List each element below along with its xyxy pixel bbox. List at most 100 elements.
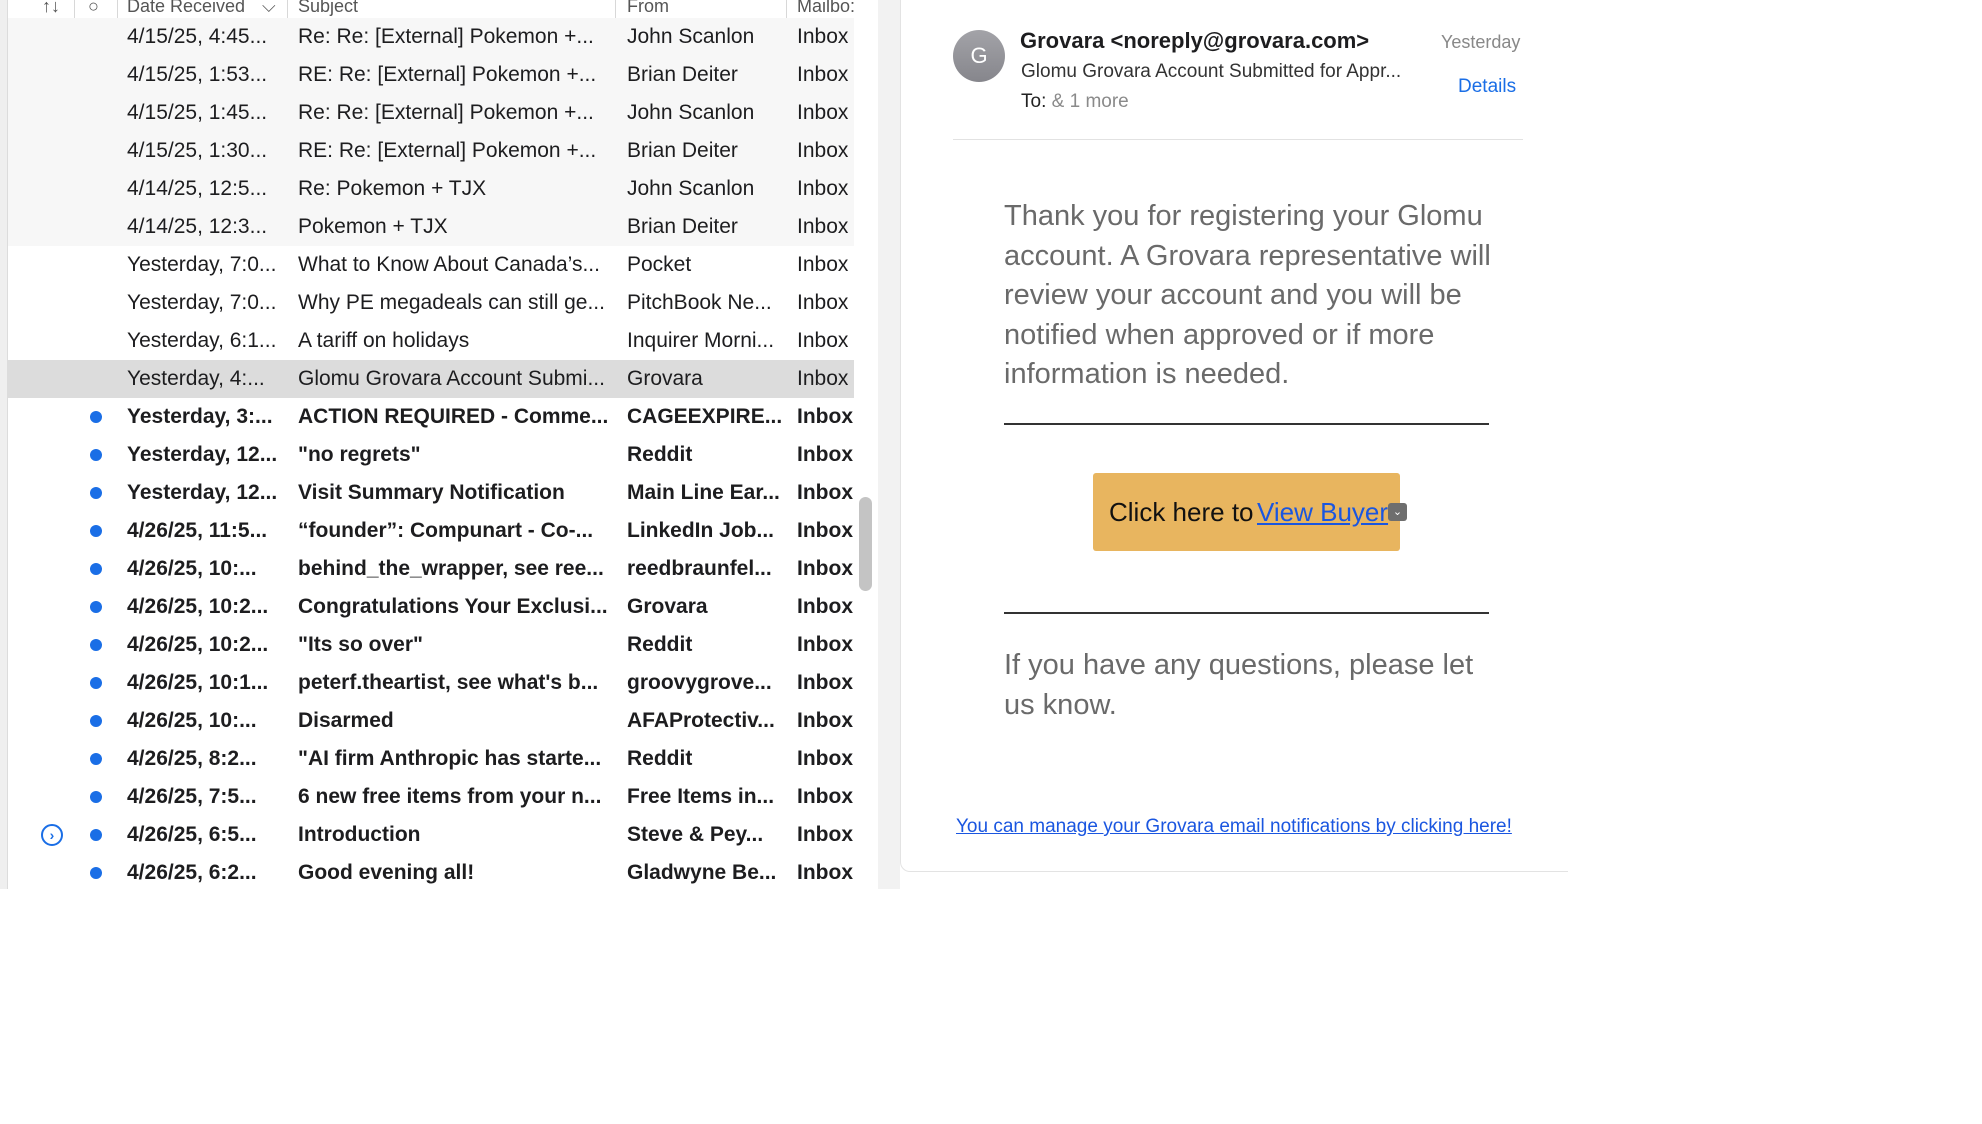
message-mailbox: Inbox (797, 177, 849, 200)
message-mailbox: Inbox (797, 291, 849, 314)
message-from: John Scanlon (627, 25, 755, 48)
message-row[interactable]: 4/26/25, 10:1... peterf.theartist, see wh… (8, 664, 854, 702)
message-date: 4/15/25, 4:45... (127, 25, 268, 48)
pane-divider[interactable] (878, 0, 900, 889)
message-from: LinkedIn Job... (627, 519, 775, 542)
details-link[interactable]: Details (1458, 76, 1516, 98)
message-subject: "no regrets" (298, 443, 421, 466)
message-row[interactable]: 4/26/25, 10:2... "Its so over" Reddit Inbox (8, 626, 854, 664)
message-subject: “founder”: Compunart - Co-... (298, 519, 594, 542)
list-scrollbar[interactable] (859, 497, 872, 591)
message-row[interactable]: 4/26/25, 8:2... "AI firm Anthropic has st… (8, 740, 854, 778)
message-subject: Visit Summary Notification (298, 481, 565, 504)
body-divider (1004, 612, 1489, 614)
message-date: 4/15/25, 1:45... (127, 101, 268, 124)
message-row[interactable]: 4/26/25, 11:5... “founder”: Compunart - C… (8, 512, 854, 550)
message-subject: peterf.theartist, see what's b... (298, 671, 599, 694)
message-date: Yesterday, 3:... (127, 405, 273, 428)
email-subject: Glomu Grovara Account Submitted for Appr… (1021, 61, 1402, 82)
message-mailbox: Inbox (797, 481, 853, 504)
message-row[interactable]: Yesterday, 12... "no regrets" Reddit Inbox (8, 436, 854, 474)
message-mailbox: Inbox (797, 25, 849, 48)
unread-dot-icon (90, 639, 102, 651)
message-mailbox: Inbox (797, 443, 853, 466)
message-from: Main Line Ear... (627, 481, 780, 504)
message-date: Yesterday, 12... (127, 443, 278, 466)
message-row[interactable]: 4/26/25, 6:2... Good evening all! Gladwyne… (8, 854, 854, 889)
message-mailbox: Inbox (797, 823, 853, 846)
sender-name[interactable]: Grovara <noreply@grovara.com> (1020, 28, 1369, 54)
manage-notifications-link[interactable]: You can manage your Grovara email notifi… (956, 816, 1512, 838)
message-mailbox: Inbox (797, 253, 849, 276)
message-subject: Why PE megadeals can still ge... (298, 291, 605, 314)
message-from: PitchBook Ne... (627, 291, 772, 314)
header-divider (953, 139, 1523, 140)
message-from: Grovara (627, 367, 703, 390)
view-buyer-button[interactable]: Click here to View Buyer ⌄ (1093, 473, 1407, 551)
message-mailbox: Inbox (797, 329, 849, 352)
message-row[interactable]: Yesterday, 7:0... What to Know About Cana… (8, 246, 854, 284)
message-date: 4/15/25, 1:30... (127, 139, 268, 162)
message-row[interactable]: 4/26/25, 7:5... 6 new free items from you… (8, 778, 854, 816)
message-subject: Re: Pokemon + TJX (298, 177, 487, 200)
message-list-pane: ↑↓ ○ Date Received ⌵ Subject From Mailbo… (0, 0, 878, 889)
message-row[interactable]: Yesterday, 4:... Glomu Grovara Account Su… (8, 360, 854, 398)
message-mailbox: Inbox (797, 215, 849, 238)
message-row[interactable]: Yesterday, 12... Visit Summary Notificati… (8, 474, 854, 512)
more-recipients[interactable]: & 1 more (1052, 91, 1129, 112)
message-date: Yesterday, 12... (127, 481, 278, 504)
message-row[interactable]: 4/15/25, 1:30... RE: Re: [External] Pokem… (8, 132, 854, 170)
message-date: 4/26/25, 10:... (127, 557, 257, 580)
message-row[interactable]: › 4/26/25, 6:5... Introduction Steve & Pey.… (8, 816, 854, 854)
message-from: Steve & Pey... (627, 823, 764, 846)
view-buyer-link[interactable]: View Buyer (1257, 473, 1388, 551)
message-row[interactable]: 4/14/25, 12:5... Re: Pokemon + TJX John Sc… (8, 170, 854, 208)
message-subject: "Its so over" (298, 633, 423, 656)
received-time: Yesterday (1441, 32, 1521, 52)
message-row[interactable]: 4/26/25, 10:2... Congratulations Your Exc… (8, 588, 854, 626)
message-from: groovygrove... (627, 671, 772, 694)
unread-dot-icon (90, 525, 102, 537)
unread-dot-icon (90, 411, 102, 423)
sidebar-edge (0, 0, 8, 889)
link-dropdown-icon[interactable]: ⌄ (1388, 503, 1407, 521)
message-date: 4/26/25, 10:1... (127, 671, 269, 694)
unread-dot-icon (90, 677, 102, 689)
message-from: reedbraunfel... (627, 557, 772, 580)
unread-dot-icon (90, 563, 102, 575)
message-from: Gladwyne Be... (627, 861, 777, 884)
message-subject: Glomu Grovara Account Submi... (298, 367, 605, 390)
message-date: Yesterday, 7:0... (127, 253, 277, 276)
message-mailbox: Inbox (797, 139, 849, 162)
thread-arrow-icon[interactable]: › (41, 824, 63, 846)
email-body-text: Thank you for registering your Glomu acc… (1004, 200, 1491, 390)
message-mailbox: Inbox (797, 595, 853, 618)
message-subject: Disarmed (298, 709, 394, 732)
message-date: Yesterday, 6:1... (127, 329, 277, 352)
to-label: To: (1021, 91, 1047, 112)
message-mailbox: Inbox (797, 671, 853, 694)
message-from: John Scanlon (627, 177, 755, 200)
message-subject: 6 new free items from your n... (298, 785, 602, 808)
reading-pane: G Grovara <noreply@grovara.com> Yesterda… (900, 0, 1568, 872)
message-from: Free Items in... (627, 785, 775, 808)
message-row[interactable]: 4/14/25, 12:3... Pokemon + TJX Brian Deite… (8, 208, 854, 246)
message-row[interactable]: 4/26/25, 10:... behind_the_wrapper, see r… (8, 550, 854, 588)
sender-avatar: G (953, 30, 1005, 82)
message-date: 4/26/25, 7:5... (127, 785, 257, 808)
message-row[interactable]: 4/15/25, 1:45... Re: Re: [External] Pokem… (8, 94, 854, 132)
message-subject: RE: Re: [External] Pokemon +... (298, 139, 597, 162)
recipients-line: To: & 1 more (1021, 91, 1129, 113)
message-row[interactable]: 4/15/25, 4:45... Re: Re: [External] Pokem… (8, 18, 854, 56)
message-row[interactable]: 4/26/25, 10:... Disarmed AFAProtectiv... In… (8, 702, 854, 740)
unread-dot-icon (90, 449, 102, 461)
message-row[interactable]: Yesterday, 6:1... A tariff on holidays Inq… (8, 322, 854, 360)
message-row[interactable]: Yesterday, 7:0... Why PE megadeals can st… (8, 284, 854, 322)
unread-dot-icon (90, 601, 102, 613)
message-from: CAGEEXPIRE... (627, 405, 783, 428)
message-subject: What to Know About Canada’s... (298, 253, 600, 276)
message-mailbox: Inbox (797, 367, 849, 390)
message-rows: 4/15/25, 4:45... Re: Re: [External] Pokem… (8, 18, 854, 889)
message-row[interactable]: Yesterday, 3:... ACTION REQUIRED - Comme.… (8, 398, 854, 436)
message-row[interactable]: 4/15/25, 1:53... RE: Re: [External] Pokem… (8, 56, 854, 94)
